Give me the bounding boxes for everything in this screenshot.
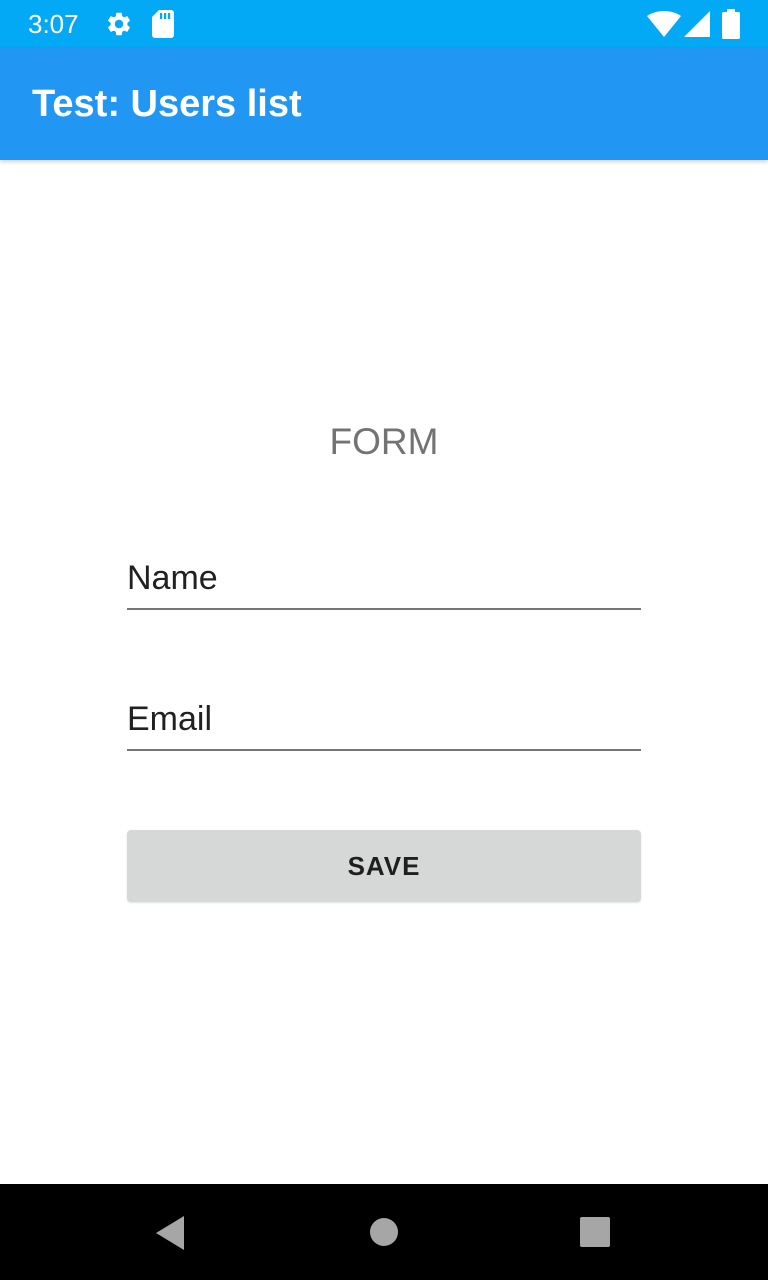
save-button[interactable]: SAVE xyxy=(127,830,641,902)
back-icon[interactable] xyxy=(154,1216,186,1250)
name-field[interactable]: Name xyxy=(127,554,641,610)
gear-icon xyxy=(108,12,130,36)
status-time: 3:07 xyxy=(28,9,79,39)
signal-icon xyxy=(684,11,710,37)
form-container: FORM Name Email SAVE xyxy=(0,160,768,1184)
wifi-icon xyxy=(647,11,681,37)
name-field-hint: Name xyxy=(127,559,218,597)
form-heading: FORM xyxy=(329,421,439,462)
page-title: Test: Users list xyxy=(32,83,302,125)
email-field-hint: Email xyxy=(127,700,213,738)
home-icon[interactable] xyxy=(369,1217,399,1247)
recents-icon[interactable] xyxy=(580,1217,610,1247)
sd-card-icon xyxy=(152,10,174,38)
email-field[interactable]: Email xyxy=(127,695,641,751)
status-bar: 3:07 xyxy=(0,0,768,48)
app-bar: Test: Users list xyxy=(0,48,768,160)
battery-icon xyxy=(722,9,740,39)
navigation-bar xyxy=(0,1184,768,1280)
